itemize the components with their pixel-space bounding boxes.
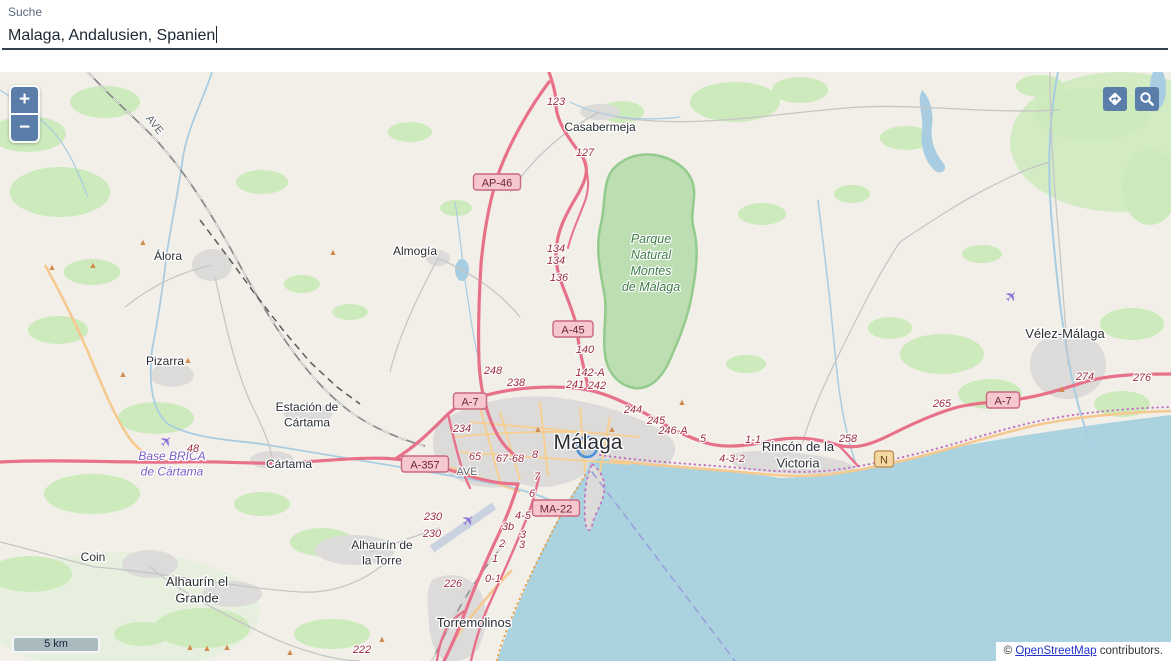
place-label-almogia: Almogía [393, 244, 437, 258]
exit-number-label: 226 [443, 578, 463, 590]
directions-icon [1106, 90, 1124, 108]
exit-number-label: 65 [469, 451, 482, 463]
exit-number-label: 2 [498, 538, 505, 550]
exit-number-label: 241 [565, 379, 584, 391]
place-label-casabermeja: Casabermeja [564, 120, 636, 134]
search-value: Malaga, Andalusien, Spanien [8, 27, 215, 44]
attribution-suffix: contributors. [1097, 645, 1163, 657]
exit-number-label: 265 [932, 398, 952, 410]
exit-number-label: 258 [838, 433, 858, 445]
exit-number-label: 238 [506, 377, 526, 389]
exit-number-label: 244 [623, 404, 642, 416]
svg-text:A-7: A-7 [461, 397, 478, 409]
exit-number-label: 5 [700, 433, 707, 445]
map-search-button[interactable] [1135, 87, 1159, 111]
search-icon [1138, 90, 1156, 108]
place-label-cartama: Cártama [266, 457, 312, 471]
map-corner-buttons [1103, 87, 1159, 111]
svg-text:AP-46: AP-46 [482, 178, 513, 190]
road-shield-ma-22: MA-22 [533, 500, 580, 516]
exit-number-label: 276 [1132, 372, 1152, 384]
road-shield-a-7: A-7 [987, 392, 1020, 408]
place-label-pizarra: Pizarra [146, 354, 184, 368]
peak-icon: ▲ [89, 260, 98, 270]
place-label-estacion-de-cartama: Estación deCártama [276, 400, 339, 430]
peak-icon: ▲ [223, 642, 232, 652]
svg-text:N: N [880, 455, 888, 467]
place-label-coin: Coin [81, 550, 106, 564]
exit-number-label: 140 [576, 344, 595, 356]
openstreetmap-link[interactable]: OpenStreetMap [1015, 645, 1096, 657]
peak-icon: ▲ [184, 355, 193, 365]
exit-number-label: 67-68 [496, 453, 525, 465]
peak-icon: ▲ [534, 424, 543, 434]
exit-number-label: 248 [483, 365, 503, 377]
exit-number-label: 4-3-2 [719, 453, 745, 465]
peak-icon: ▲ [678, 397, 687, 407]
place-label-torremolinos: Torremolinos [437, 615, 512, 630]
road-shield-a-357: A-357 [402, 456, 449, 472]
exit-number-label: 234 [452, 423, 471, 435]
exit-number-label: 4-5 [515, 510, 532, 522]
exit-number-label: 142-A [575, 367, 604, 379]
peak-icon: ▲ [329, 247, 338, 257]
peak-icon: ▲ [139, 237, 148, 247]
peak-icon: ▲ [186, 642, 195, 652]
svg-text:A-357: A-357 [410, 460, 439, 472]
road-shield-n: N [875, 451, 894, 467]
exit-number-label: 246-A [657, 425, 687, 437]
exit-number-label: 230 [422, 528, 442, 540]
peak-icon: ▲ [203, 643, 212, 653]
place-label-velez-malaga: Vélez-Málaga [1025, 326, 1105, 341]
search-label: Suche [8, 5, 42, 19]
exit-number-label: 3 [519, 539, 526, 551]
exit-number-label: 7 [534, 471, 541, 483]
zoom-out-button[interactable]: − [11, 115, 38, 141]
exit-number-label: 48 [187, 443, 200, 455]
exit-number-label: 136 [550, 272, 569, 284]
road-shield-a-7: A-7 [454, 393, 487, 409]
peak-icon: ▲ [1058, 384, 1067, 394]
exit-number-label: 1-1 [745, 434, 761, 446]
svg-text:MA-22: MA-22 [540, 504, 572, 516]
exit-number-label: 274 [1075, 371, 1094, 383]
exit-number-label: 6 [529, 488, 536, 500]
map-canvas[interactable]: ▲▲▲▲▲▲▲▲▲▲▲▲▲▲▲✈✈✈ CasabermejaAlmogíaÁlo… [0, 72, 1171, 661]
road-shield-ap-46: AP-46 [474, 174, 521, 190]
peak-icon: ▲ [119, 369, 128, 379]
road-shield-a-45: A-45 [553, 321, 593, 337]
peak-icon: ▲ [378, 634, 387, 644]
exit-number-label: 230 [423, 511, 443, 523]
exit-number-label: 134 [547, 255, 565, 267]
scale-bar-label: 5 km [44, 638, 68, 650]
exit-number-label: 134 [547, 243, 565, 255]
exit-number-label: 127 [576, 147, 595, 159]
attribution-prefix: © [1004, 645, 1016, 657]
place-label-malaga: Málaga [554, 431, 623, 454]
peak-icon: ▲ [48, 262, 57, 272]
svg-text:A-7: A-7 [994, 396, 1011, 408]
map-container[interactable]: ▲▲▲▲▲▲▲▲▲▲▲▲▲▲▲✈✈✈ CasabermejaAlmogíaÁlo… [0, 72, 1171, 661]
zoom-control: + − [9, 85, 40, 143]
place-label-alora: Álora [154, 248, 182, 263]
peak-icon: ▲ [286, 647, 295, 657]
zoom-in-button[interactable]: + [11, 87, 38, 113]
exit-number-label: 222 [352, 644, 371, 656]
exit-number-label: 242 [587, 380, 606, 392]
exit-number-label: 8 [532, 449, 539, 461]
exit-number-label: 1 [492, 553, 498, 565]
directions-button[interactable] [1103, 87, 1127, 111]
svg-text:A-45: A-45 [561, 325, 584, 337]
text-cursor [216, 26, 217, 43]
exit-number-label: 123 [547, 96, 566, 108]
scale-bar: 5 km [12, 636, 100, 653]
search-input[interactable]: Malaga, Andalusien, Spanien [2, 24, 1168, 50]
map-attribution: © OpenStreetMap contributors. [996, 642, 1171, 661]
exit-number-label: 0-1 [485, 573, 501, 585]
exit-number-label: 3b [502, 521, 514, 533]
railway-label: AVE [456, 466, 477, 478]
search-section: Suche Malaga, Andalusien, Spanien [0, 0, 1171, 72]
